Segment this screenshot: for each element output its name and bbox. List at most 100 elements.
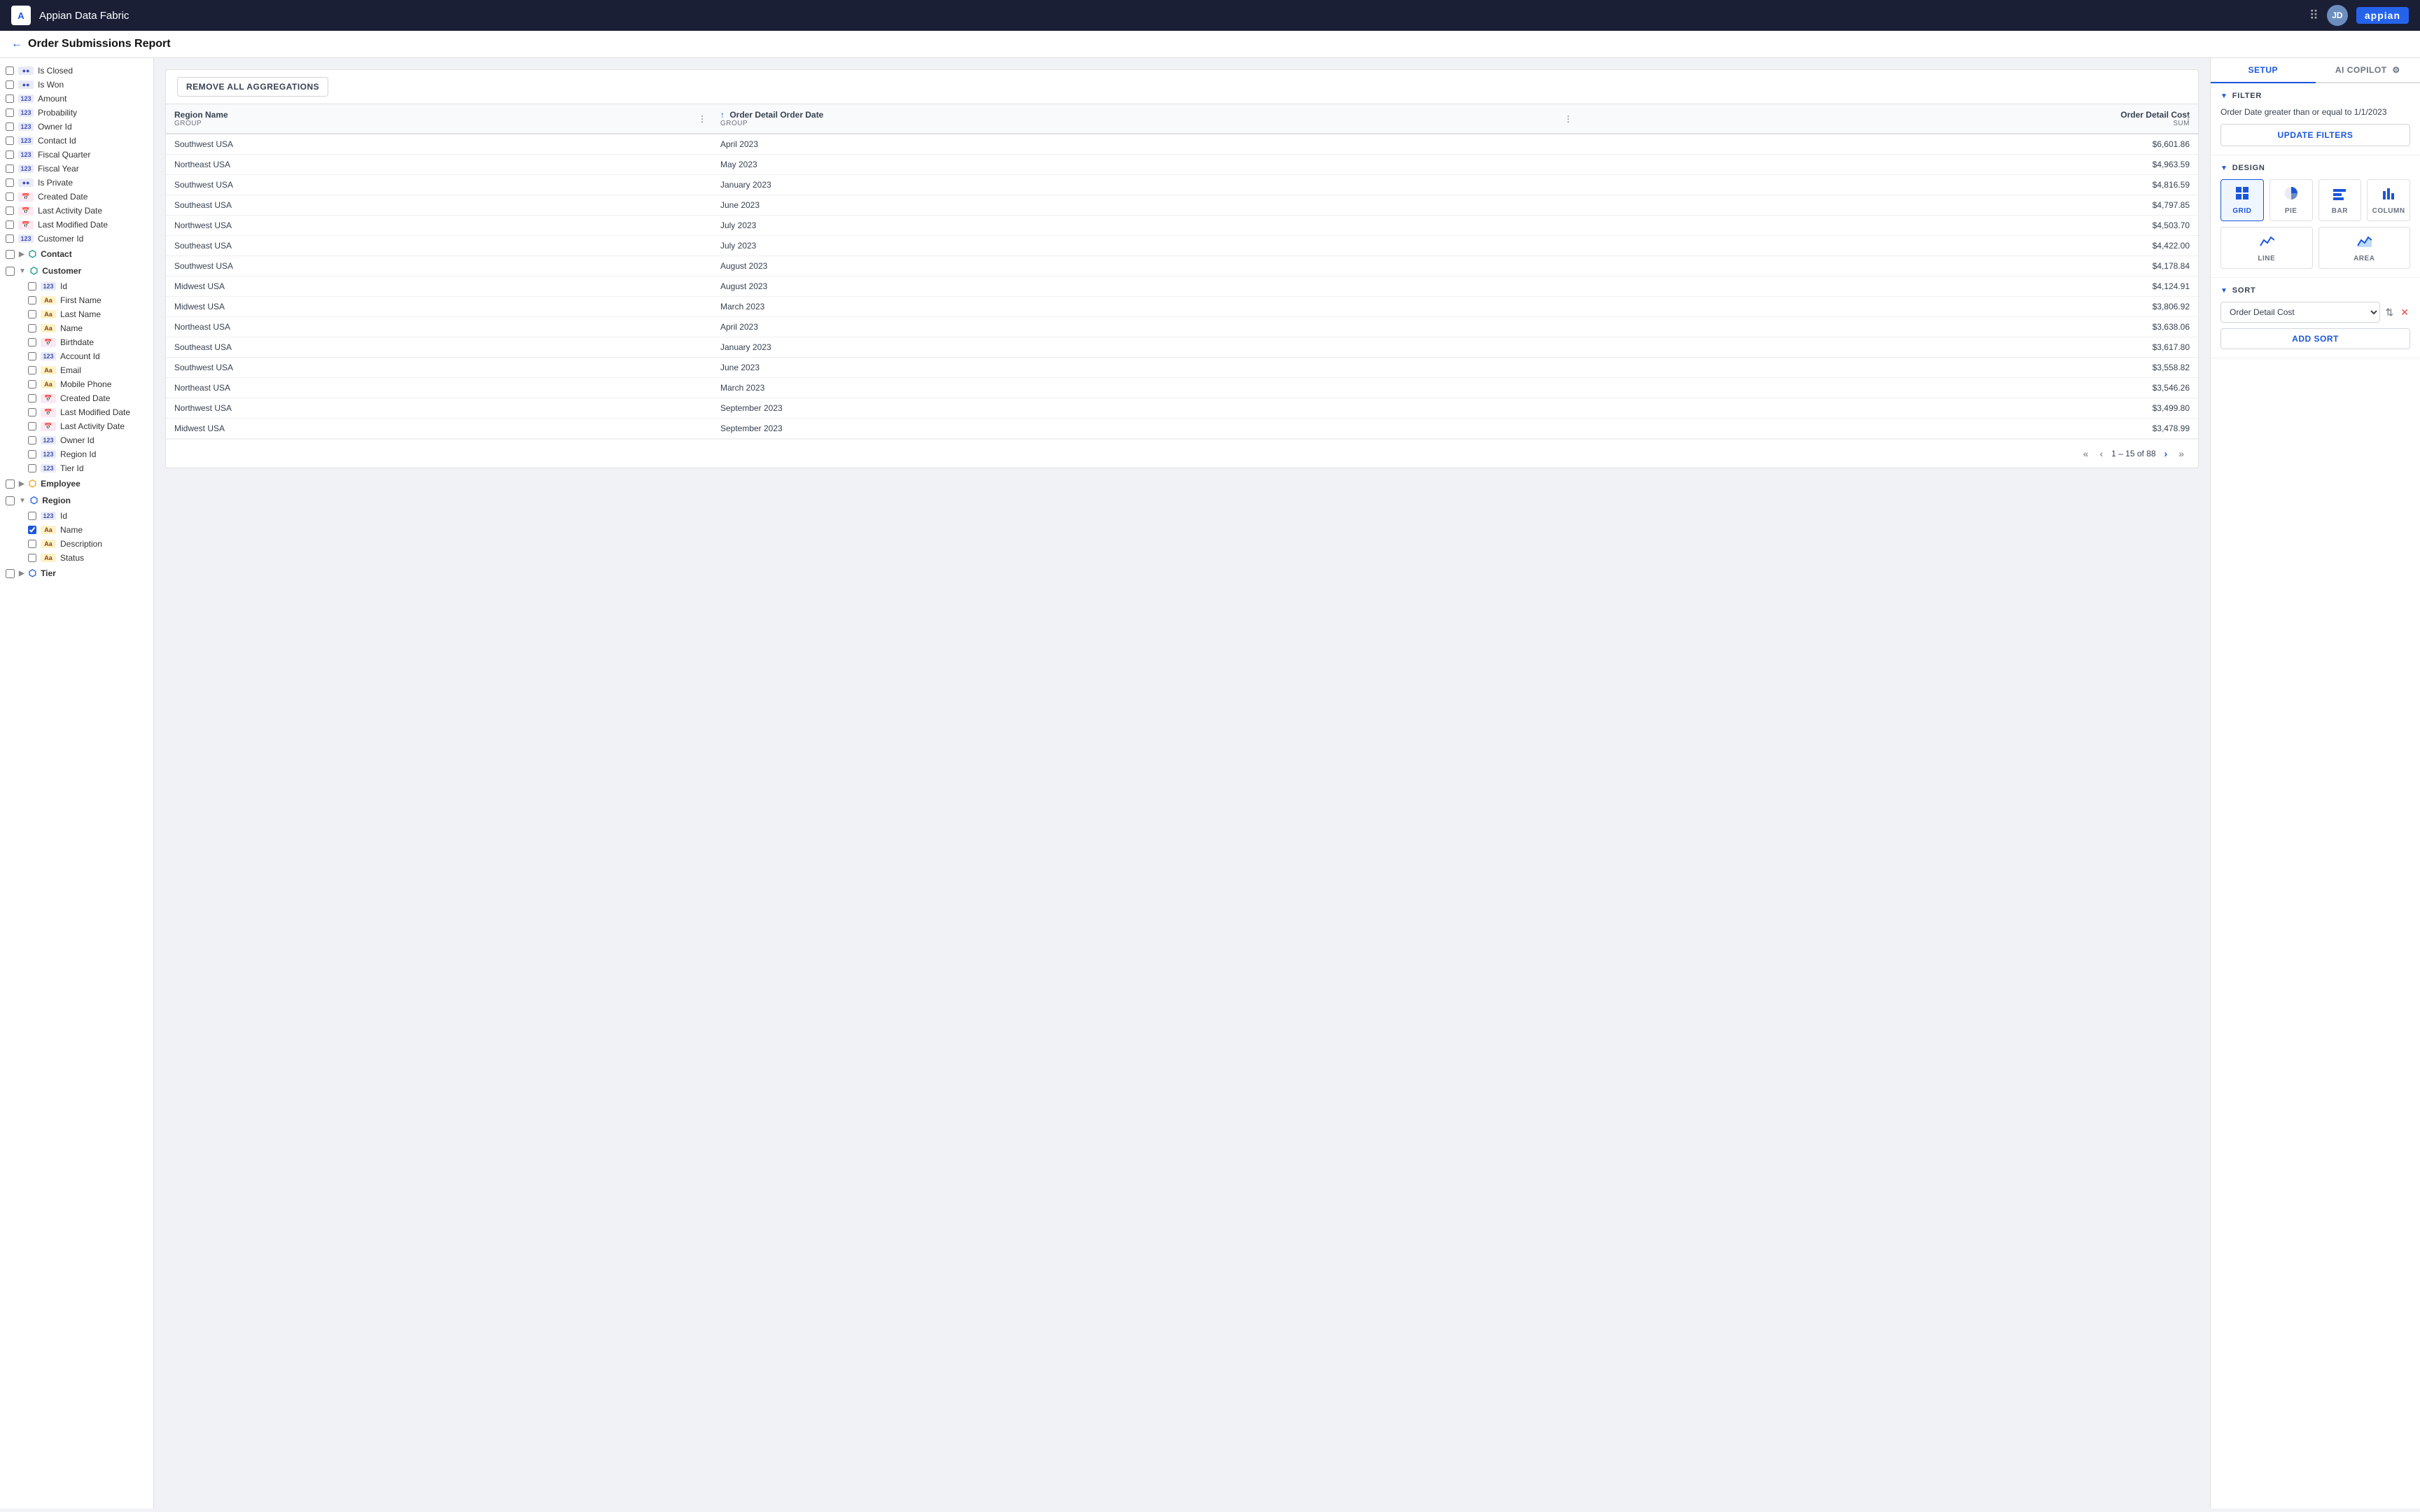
field-is-closed-checkbox[interactable]: [6, 66, 14, 75]
sort-field-select[interactable]: Order Detail Cost Region Name Order Deta…: [2220, 302, 2380, 323]
field-is-won-checkbox[interactable]: [6, 80, 14, 89]
field-last-modified-date[interactable]: 📅 Last Modified Date: [0, 218, 153, 232]
field-contact-id-checkbox[interactable]: [6, 136, 14, 145]
cust-id-checkbox[interactable]: [28, 282, 36, 290]
employee-group-header[interactable]: ▶ ⬡ Employee: [0, 475, 153, 492]
customer-group-header[interactable]: ▼ ⬡ Customer: [0, 262, 153, 279]
user-avatar[interactable]: JD: [2327, 5, 2348, 26]
cust-mobile-field[interactable]: Aa Mobile Phone: [0, 377, 153, 391]
grid-icon[interactable]: ⠿: [2309, 8, 2318, 23]
last-page-button[interactable]: »: [2176, 447, 2187, 461]
field-owner-id-checkbox[interactable]: [6, 122, 14, 131]
reg-desc-checkbox[interactable]: [28, 540, 36, 548]
contact-group-checkbox[interactable]: [6, 250, 15, 259]
cust-modified-date-field[interactable]: 📅 Last Modified Date: [0, 405, 153, 419]
field-last-modified-date-checkbox[interactable]: [6, 220, 14, 229]
field-probability-checkbox[interactable]: [6, 108, 14, 117]
field-last-activity-date[interactable]: 📅 Last Activity Date: [0, 204, 153, 218]
tab-setup[interactable]: SETUP: [2211, 58, 2316, 83]
cust-mobile-checkbox[interactable]: [28, 380, 36, 388]
col-cost-menu[interactable]: ⋮: [2184, 114, 2192, 124]
field-created-date-checkbox[interactable]: [6, 192, 14, 201]
first-page-button[interactable]: «: [2080, 447, 2092, 461]
region-group-header[interactable]: ▼ ⬡ Region: [0, 492, 153, 509]
customer-group-checkbox[interactable]: [6, 267, 15, 276]
cust-name-checkbox[interactable]: [28, 324, 36, 332]
sort-direction-button[interactable]: ⇅: [2384, 305, 2395, 320]
cust-name-field[interactable]: Aa Name: [0, 321, 153, 335]
col-date-menu[interactable]: ⋮: [1564, 114, 1572, 124]
reg-name-field[interactable]: Aa Name: [0, 523, 153, 537]
field-is-private-checkbox[interactable]: [6, 178, 14, 187]
tier-group-checkbox[interactable]: [6, 569, 15, 578]
cust-activity-date-checkbox[interactable]: [28, 422, 36, 430]
field-probability[interactable]: 123 Probability: [0, 106, 153, 120]
region-group-checkbox[interactable]: [6, 496, 15, 505]
cust-created-date-checkbox[interactable]: [28, 394, 36, 402]
cust-tier-id-checkbox[interactable]: [28, 464, 36, 472]
reg-id-checkbox[interactable]: [28, 512, 36, 520]
field-fiscal-year[interactable]: 123 Fiscal Year: [0, 162, 153, 176]
field-fiscal-quarter-checkbox[interactable]: [6, 150, 14, 159]
cust-lastname-field[interactable]: Aa Last Name: [0, 307, 153, 321]
field-is-won[interactable]: ●● Is Won: [0, 78, 153, 92]
design-grid-option[interactable]: GRID: [2220, 179, 2264, 221]
contact-group-header[interactable]: ▶ ⬡ Contact: [0, 246, 153, 262]
tier-group-header[interactable]: ▶ ⬡ Tier: [0, 565, 153, 582]
field-customer-id[interactable]: 123 Customer Id: [0, 232, 153, 246]
field-is-closed[interactable]: ●● Is Closed: [0, 64, 153, 78]
update-filters-button[interactable]: UPDATE FILTERS: [2220, 124, 2410, 146]
cust-email-field[interactable]: Aa Email: [0, 363, 153, 377]
col-region-menu[interactable]: ⋮: [698, 114, 706, 124]
cust-birthdate-checkbox[interactable]: [28, 338, 36, 346]
tier-group-label: Tier: [41, 568, 56, 578]
reg-id-field[interactable]: 123 Id: [0, 509, 153, 523]
reg-status-checkbox[interactable]: [28, 554, 36, 562]
design-bar-option[interactable]: BAR: [2318, 179, 2362, 221]
cust-modified-date-checkbox[interactable]: [28, 408, 36, 416]
cust-firstname-checkbox[interactable]: [28, 296, 36, 304]
cust-owner-id-field[interactable]: 123 Owner Id: [0, 433, 153, 447]
cust-region-id-field[interactable]: 123 Region Id: [0, 447, 153, 461]
sort-remove-button[interactable]: ✕: [2399, 305, 2410, 320]
cust-tier-id-field[interactable]: 123 Tier Id: [0, 461, 153, 475]
tab-ai-copilot[interactable]: AI COPILOT ⚙: [2316, 58, 2420, 82]
next-page-button[interactable]: ›: [2162, 447, 2171, 461]
remove-aggregations-button[interactable]: REMOVE ALL AGGREGATIONS: [177, 77, 328, 97]
add-sort-button[interactable]: ADD SORT: [2220, 328, 2410, 349]
field-created-date[interactable]: 📅 Created Date: [0, 190, 153, 204]
cust-region-id-checkbox[interactable]: [28, 450, 36, 458]
cust-activity-date-field[interactable]: 📅 Last Activity Date: [0, 419, 153, 433]
back-button[interactable]: ←: [11, 38, 22, 50]
field-owner-id[interactable]: 123 Owner Id: [0, 120, 153, 134]
cust-owner-id-checkbox[interactable]: [28, 436, 36, 444]
design-column-option[interactable]: COLUMN: [2367, 179, 2410, 221]
field-customer-id-checkbox[interactable]: [6, 234, 14, 243]
cust-lastname-checkbox[interactable]: [28, 310, 36, 318]
design-area-option[interactable]: AREA: [2318, 227, 2411, 269]
field-is-private[interactable]: ●● Is Private: [0, 176, 153, 190]
cust-birthdate-field[interactable]: 📅 Birthdate: [0, 335, 153, 349]
employee-group-checkbox[interactable]: [6, 479, 15, 489]
cust-created-date-field[interactable]: 📅 Created Date: [0, 391, 153, 405]
filter-section-header[interactable]: ▼ FILTER: [2220, 92, 2410, 100]
cust-firstname-field[interactable]: Aa First Name: [0, 293, 153, 307]
field-amount-checkbox[interactable]: [6, 94, 14, 103]
cust-account-id-field[interactable]: 123 Account Id: [0, 349, 153, 363]
cust-email-checkbox[interactable]: [28, 366, 36, 374]
field-fiscal-quarter[interactable]: 123 Fiscal Quarter: [0, 148, 153, 162]
field-contact-id[interactable]: 123 Contact Id: [0, 134, 153, 148]
design-line-option[interactable]: LINE: [2220, 227, 2313, 269]
design-section-header[interactable]: ▼ DESIGN: [2220, 164, 2410, 172]
prev-page-button[interactable]: ‹: [2097, 447, 2106, 461]
reg-desc-field[interactable]: Aa Description: [0, 537, 153, 551]
cust-account-id-checkbox[interactable]: [28, 352, 36, 360]
design-pie-option[interactable]: PIE: [2269, 179, 2313, 221]
field-fiscal-year-checkbox[interactable]: [6, 164, 14, 173]
cust-id-field[interactable]: 123 Id: [0, 279, 153, 293]
reg-status-field[interactable]: Aa Status: [0, 551, 153, 565]
reg-name-checkbox[interactable]: [28, 526, 36, 534]
sort-section-header[interactable]: ▼ SORT: [2220, 286, 2410, 295]
field-amount[interactable]: 123 Amount: [0, 92, 153, 106]
field-last-activity-date-checkbox[interactable]: [6, 206, 14, 215]
